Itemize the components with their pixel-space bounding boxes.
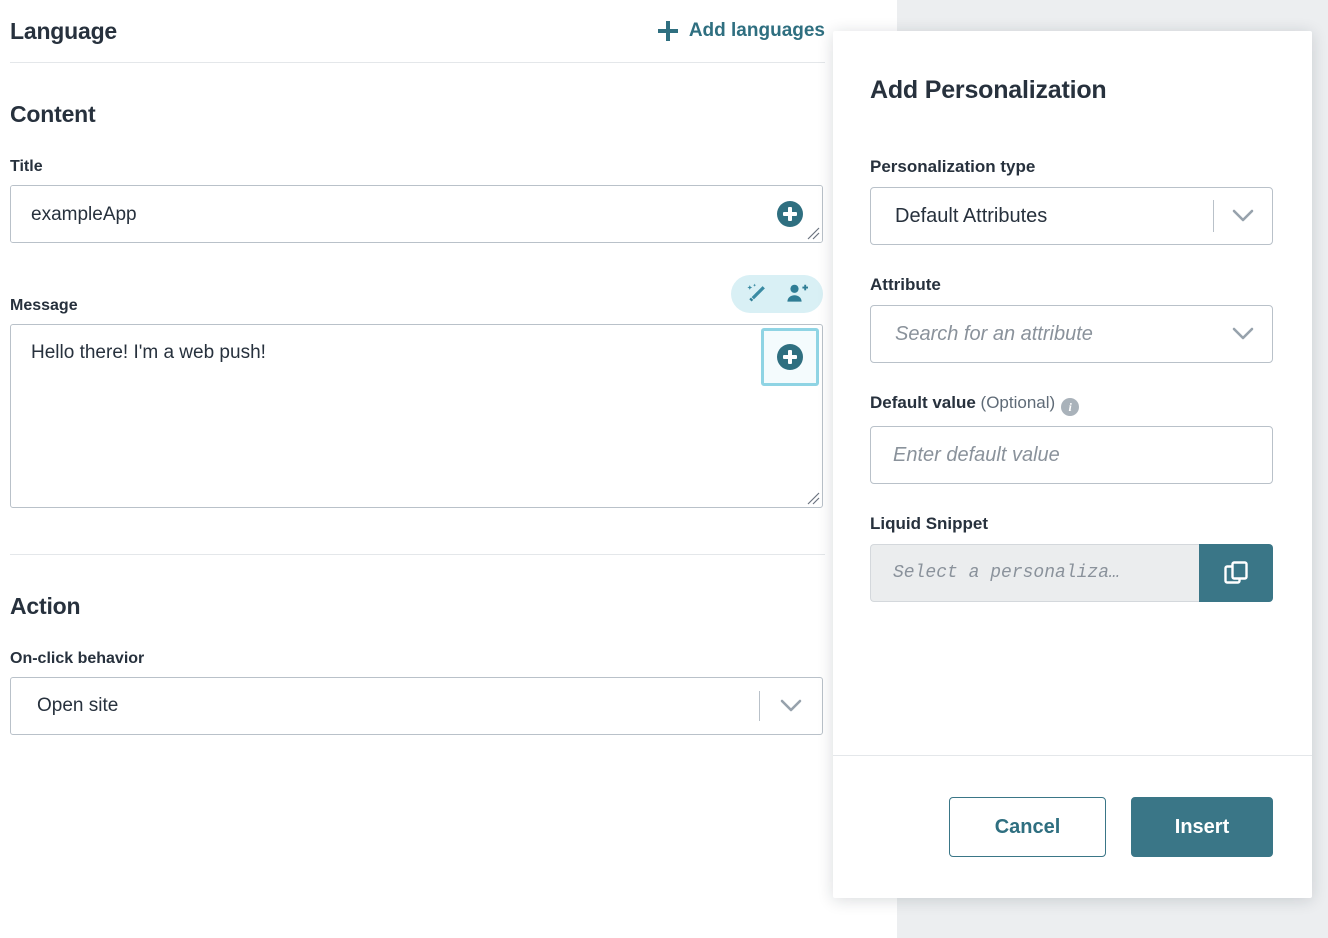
title-input-wrap (10, 185, 823, 243)
title-label: Title (10, 158, 43, 175)
magic-wand-icon (747, 283, 765, 302)
plus-icon (657, 21, 678, 41)
default-value-label: Default value (Optional) i (870, 393, 1273, 416)
personalization-type-value: Default Attributes (895, 204, 1048, 227)
attribute-group: Attribute Search for an attribute (870, 275, 1273, 363)
personalization-type-chevron-wrap (1214, 209, 1272, 223)
default-value-input[interactable] (870, 426, 1273, 484)
message-label: Message (10, 297, 78, 314)
info-icon[interactable]: i (1061, 398, 1080, 416)
liquid-snippet-group: Liquid Snippet (870, 514, 1273, 602)
chevron-down-icon (1232, 209, 1254, 222)
liquid-snippet-row (870, 544, 1273, 602)
message-input-wrap (10, 324, 823, 508)
content-section: Content Title Message (10, 63, 825, 508)
modal-title: Add Personalization (870, 76, 1107, 104)
chevron-down-icon (1232, 327, 1254, 340)
onclick-behavior-value: Open site (37, 695, 119, 716)
message-personalization-button[interactable] (761, 328, 819, 386)
modal-footer: Cancel Insert (833, 755, 1312, 898)
editor-panel: Language Add languages Content Title Mes… (0, 0, 897, 938)
chevron-down-icon (780, 699, 802, 712)
action-heading: Action (10, 593, 81, 619)
action-section: Action On-click behavior Open site (10, 555, 825, 735)
copy-icon (1224, 561, 1248, 584)
attribute-placeholder: Search for an attribute (895, 322, 1093, 345)
language-section-title: Language (10, 17, 118, 44)
default-value-optional-text: (Optional) (980, 393, 1056, 412)
default-value-group: Default value (Optional) i (870, 393, 1273, 484)
message-input[interactable] (10, 324, 823, 508)
personalization-type-select[interactable]: Default Attributes (870, 187, 1273, 245)
attribute-select[interactable]: Search for an attribute (870, 305, 1273, 363)
message-tools-pill (731, 275, 823, 313)
attribute-label: Attribute (870, 275, 941, 294)
language-section-header: Language Add languages (10, 0, 825, 62)
liquid-snippet-label: Liquid Snippet (870, 514, 989, 533)
add-personalization-modal: Add Personalization Personalization type… (833, 31, 1312, 898)
person-plus-icon-button[interactable] (784, 281, 810, 307)
attribute-chevron-wrap (1214, 327, 1272, 341)
title-personalization-circle-plus-icon[interactable] (777, 201, 803, 227)
circle-plus-icon (777, 344, 803, 370)
add-languages-button[interactable]: Add languages (657, 20, 825, 42)
content-heading: Content (10, 101, 96, 127)
onclick-behavior-select[interactable]: Open site (10, 677, 823, 735)
onclick-chevron-wrap (760, 699, 822, 713)
personalization-type-group: Personalization type Default Attributes (870, 157, 1273, 245)
default-value-label-text: Default value (870, 393, 976, 412)
cancel-button[interactable]: Cancel (949, 797, 1106, 857)
add-languages-label: Add languages (688, 20, 825, 41)
title-input[interactable] (10, 185, 823, 243)
copy-liquid-snippet-button[interactable] (1199, 544, 1273, 602)
modal-body: Add Personalization Personalization type… (833, 31, 1312, 755)
personalization-type-label: Personalization type (870, 157, 1036, 176)
person-plus-icon (787, 284, 808, 302)
message-label-row: Message (10, 275, 823, 315)
onclick-behavior-label: On-click behavior (10, 650, 145, 667)
insert-button[interactable]: Insert (1131, 797, 1273, 857)
magic-wand-icon-button[interactable] (744, 281, 770, 307)
liquid-snippet-input[interactable] (870, 544, 1199, 602)
